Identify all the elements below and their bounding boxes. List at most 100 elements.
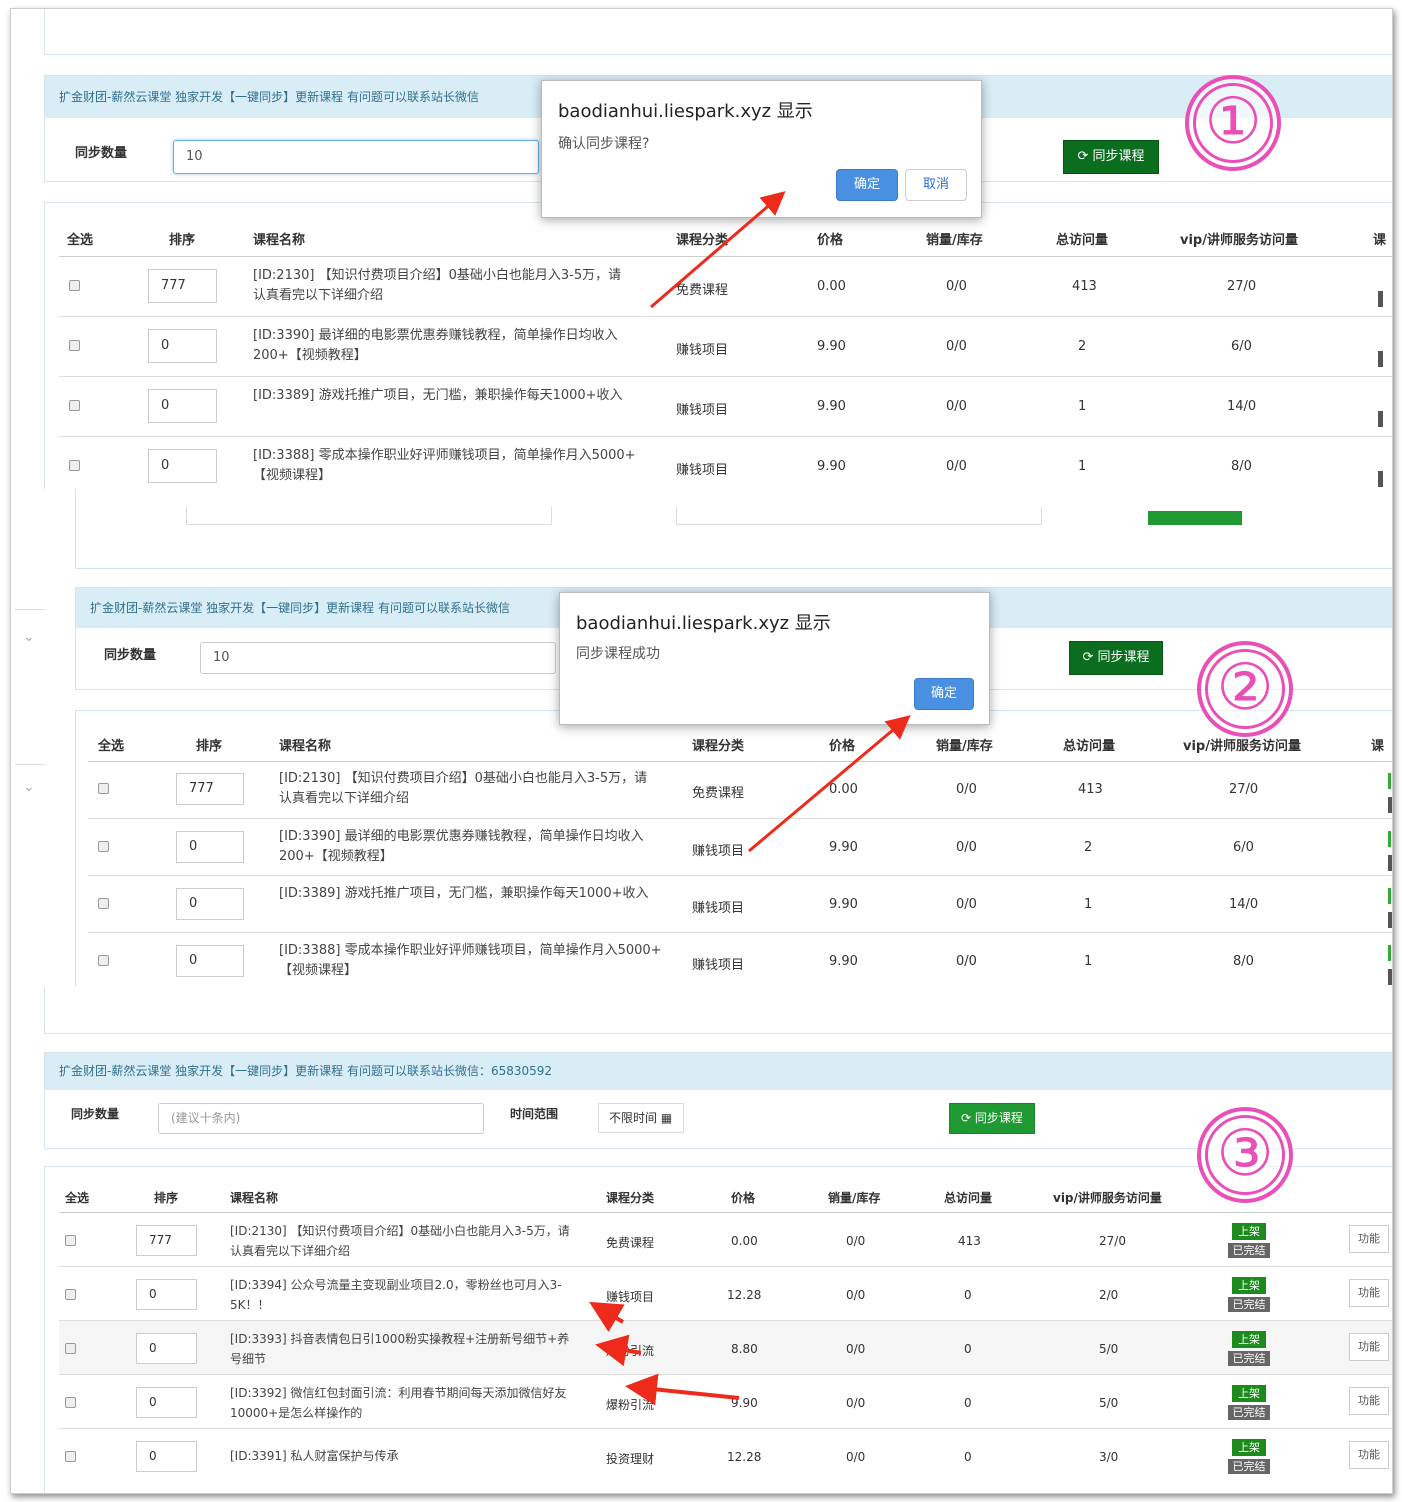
sort-input[interactable]: 777: [176, 773, 244, 805]
refresh-icon: ⟳: [1082, 650, 1098, 665]
row-checkbox[interactable]: [69, 340, 80, 351]
row-checkbox[interactable]: [98, 841, 109, 852]
col-category: 课程分类: [676, 233, 729, 248]
col-select-all[interactable]: 全选: [67, 229, 93, 248]
time-range-label: 时间范围: [510, 1107, 559, 1121]
function-button[interactable]: 功能: [1349, 1387, 1389, 1415]
function-button[interactable]: 功能: [1349, 1279, 1389, 1307]
sort-input[interactable]: 0: [176, 945, 244, 977]
row-action-button[interactable]: [1388, 912, 1392, 928]
dialog-message: 同步课程成功: [576, 646, 660, 662]
status-badge-listed[interactable]: 上架: [1232, 1439, 1266, 1456]
function-button[interactable]: 功能: [1349, 1225, 1389, 1253]
sort-input[interactable]: 0: [136, 1279, 197, 1310]
course-visits: 0: [964, 1288, 972, 1302]
course-name: [ID:2130] 【知识付费项目介绍】0基础小白也能月入3-5万，请认真看完以…: [253, 268, 622, 303]
course-name: [ID:3390] 最详细的电影票优惠券赚钱教程，简单操作日均收入200+【视频…: [253, 328, 618, 363]
course-price: 9.90: [829, 840, 858, 855]
sort-input[interactable]: 0: [136, 1441, 197, 1472]
course-category: 免费课程: [606, 1236, 655, 1250]
course-name: [ID:2130] 【知识付费项目介绍】0基础小白也能月入3-5万，请认真看完以…: [230, 1224, 570, 1258]
sort-input[interactable]: 0: [176, 888, 244, 920]
sort-input[interactable]: 0: [148, 329, 217, 363]
success-dialog: baodianhui.liespark.xyz 显示 同步课程成功 确定: [559, 592, 990, 725]
course-price: 9.90: [829, 954, 858, 969]
course-sales: 0/0: [956, 954, 977, 969]
time-range-value: 不限时间: [609, 1111, 658, 1125]
course-name: [ID:3390] 最详细的电影票优惠券赚钱教程，简单操作日均收入200+【视频…: [279, 829, 644, 864]
dialog-title: baodianhui.liespark.xyz 显示: [576, 613, 831, 634]
course-sales: 0/0: [846, 1342, 866, 1356]
calendar-icon: ▦: [660, 1111, 673, 1125]
chevron-down-icon[interactable]: ⌄: [23, 629, 35, 645]
course-vip-visits: 8/0: [1233, 954, 1254, 969]
row-checkbox[interactable]: [65, 1343, 76, 1354]
status-badge-finished[interactable]: 已完结: [1228, 1459, 1270, 1474]
course-category: 赚钱项目: [692, 958, 745, 973]
sort-input[interactable]: 0: [176, 831, 244, 863]
status-badge-listed[interactable]: 上架: [1232, 1277, 1266, 1294]
sync-count-input[interactable]: 10: [200, 642, 556, 674]
row-checkbox[interactable]: [69, 280, 80, 291]
sort-input[interactable]: 777: [148, 269, 217, 303]
row-checkbox[interactable]: [65, 1235, 76, 1246]
course-sales: 0/0: [846, 1288, 866, 1302]
row-action-button[interactable]: [1388, 969, 1392, 985]
status-badge-finished[interactable]: 已完结: [1228, 1243, 1270, 1258]
col-price: 价格: [731, 1191, 756, 1205]
filter-panel-partial: [75, 489, 1392, 569]
row-action-button[interactable]: [1378, 291, 1383, 307]
row-action-button[interactable]: [1388, 855, 1392, 871]
dialog-cancel-button[interactable]: 取消: [905, 169, 967, 201]
sync-course-button[interactable]: ⟳ 同步课程: [1069, 641, 1163, 675]
dialog-ok-button[interactable]: 确定: [836, 169, 898, 201]
col-visits: 总访问量: [1056, 233, 1109, 248]
row-checkbox[interactable]: [98, 898, 109, 909]
sort-input[interactable]: 0: [148, 389, 217, 423]
sync-course-button[interactable]: ⟳ 同步课程: [1063, 140, 1159, 174]
row-checkbox[interactable]: [69, 460, 80, 471]
function-button[interactable]: 功能: [1349, 1333, 1389, 1361]
sort-input[interactable]: 0: [136, 1333, 197, 1364]
status-badge-listed[interactable]: 上架: [1232, 1223, 1266, 1240]
dialog-ok-button[interactable]: 确定: [914, 678, 974, 710]
course-price: 8.80: [731, 1342, 758, 1356]
row-checkbox[interactable]: [65, 1451, 76, 1462]
row-checkbox[interactable]: [69, 400, 80, 411]
sync-count-input[interactable]: 10: [173, 140, 539, 174]
row-checkbox[interactable]: [98, 955, 109, 966]
row-checkbox[interactable]: [98, 783, 109, 794]
col-name: 课程名称: [230, 1191, 279, 1205]
sort-input[interactable]: 0: [136, 1387, 197, 1418]
row-action-button[interactable]: [1378, 471, 1383, 487]
status-badge-listed[interactable]: 上架: [1232, 1331, 1266, 1348]
course-price: 0.00: [829, 782, 858, 797]
col-name: 课程名称: [253, 233, 306, 248]
course-table-2: 全选 排序 课程名称 课程分类 价格 销量/库存 总访问量 vip/讲师服务访问…: [75, 710, 1392, 987]
function-button[interactable]: 功能: [1349, 1441, 1389, 1469]
row-checkbox[interactable]: [65, 1397, 76, 1408]
sync-count-input[interactable]: (建议十条内): [158, 1103, 484, 1134]
chevron-down-icon[interactable]: ⌄: [23, 779, 35, 795]
row-checkbox[interactable]: [65, 1289, 76, 1300]
status-badge-listed[interactable]: 上架: [1232, 1385, 1266, 1402]
col-select-all[interactable]: 全选: [65, 1189, 89, 1206]
sort-input[interactable]: 777: [136, 1225, 197, 1256]
col-visits: 总访问量: [944, 1191, 993, 1205]
course-visits: 413: [958, 1234, 981, 1248]
sort-input[interactable]: 0: [148, 449, 217, 483]
course-name: [ID:3391] 私人财富保护与传承: [230, 1449, 399, 1463]
row-action-button[interactable]: [1388, 797, 1392, 813]
status-badge-finished[interactable]: 已完结: [1228, 1351, 1270, 1366]
col-select-all[interactable]: 全选: [98, 735, 124, 754]
row-action-button[interactable]: [1378, 351, 1383, 367]
status-badge-finished[interactable]: 已完结: [1228, 1297, 1270, 1312]
sync-banner: 扩金财团-薪然云课堂 独家开发【一键同步】更新课程 有问题可以联系站长微信：65…: [45, 1053, 1392, 1090]
sync-course-button[interactable]: ⟳ 同步课程: [949, 1103, 1035, 1134]
course-vip-visits: 8/0: [1231, 459, 1252, 474]
status-badge-finished[interactable]: 已完结: [1228, 1405, 1270, 1420]
row-action-button[interactable]: [1378, 411, 1383, 427]
col-category: 课程分类: [606, 1191, 655, 1205]
time-range-select[interactable]: 不限时间 ▦: [598, 1103, 684, 1133]
course-price: 12.28: [727, 1450, 762, 1464]
